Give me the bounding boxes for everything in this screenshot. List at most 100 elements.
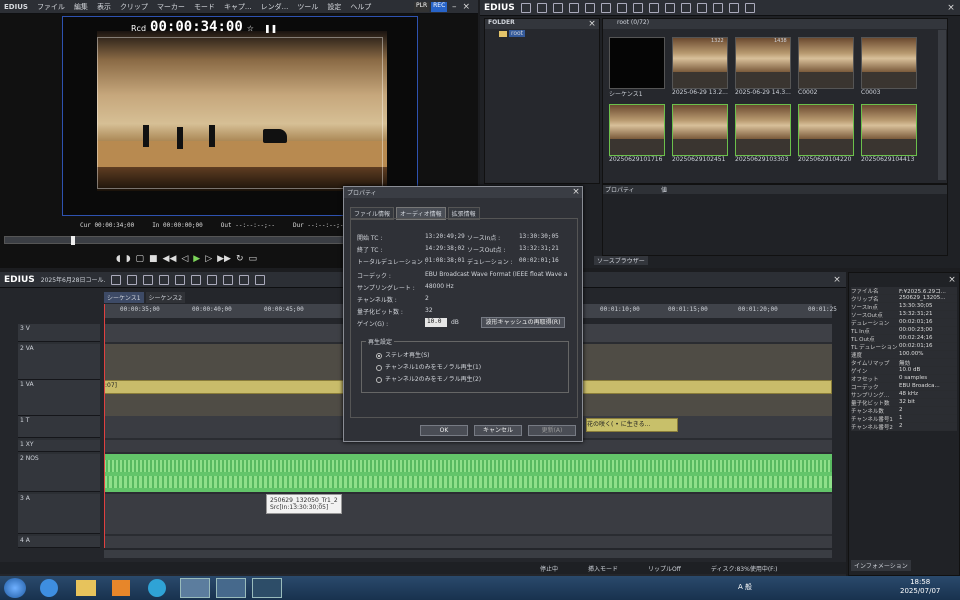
sort-icon[interactable] <box>712 2 723 13</box>
info-close-icon[interactable]: × <box>947 275 957 285</box>
menu-clip[interactable]: クリップ <box>120 2 148 12</box>
track-header[interactable]: 3 V <box>18 324 100 342</box>
clip-item[interactable]: 20250629103303 <box>735 104 797 163</box>
track-header[interactable]: 3 A <box>18 494 100 534</box>
timeline-scrollbar[interactable] <box>104 550 832 558</box>
cancel-button[interactable]: キャンセル <box>474 425 522 436</box>
delete-icon[interactable] <box>238 274 249 285</box>
dialog-close-icon[interactable]: × <box>571 187 581 197</box>
bin-close-icon[interactable]: × <box>946 3 956 13</box>
start-button[interactable] <box>4 578 26 598</box>
explorer-icon[interactable] <box>76 580 96 596</box>
status-ripple[interactable]: リップルOff <box>648 564 681 573</box>
step-forward-icon[interactable]: ▷ <box>205 254 212 264</box>
clip-item[interactable]: 1322 2025-06-29 13.2... <box>672 37 734 98</box>
ok-button[interactable]: OK <box>420 425 468 436</box>
menu-marker[interactable]: マーカー <box>157 2 185 12</box>
menu-tools[interactable]: ツール <box>297 2 318 12</box>
clip-icon[interactable]: ▢ <box>136 254 145 264</box>
app-icon-1[interactable] <box>180 578 210 598</box>
track-header[interactable]: 4 A <box>18 536 100 548</box>
menu-view[interactable]: 表示 <box>97 2 111 12</box>
title-clip[interactable]: 花の咲く( • に生きる... <box>586 418 678 432</box>
playhead[interactable] <box>104 304 105 548</box>
undo-icon[interactable] <box>158 274 169 285</box>
cut-icon[interactable] <box>190 274 201 285</box>
edius-task-icon[interactable] <box>252 578 282 598</box>
status-insert-mode[interactable]: 挿入モード <box>588 564 618 573</box>
track-header[interactable]: 1 T <box>18 416 100 438</box>
edge-icon[interactable] <box>148 579 166 597</box>
loop-icon[interactable]: ↻ <box>236 254 244 264</box>
root-folder[interactable]: root <box>509 30 526 37</box>
sequence-icon[interactable] <box>110 274 121 285</box>
minimize-icon[interactable]: – <box>449 2 459 12</box>
delete-icon[interactable] <box>680 2 691 13</box>
ie-icon[interactable] <box>40 579 58 597</box>
clip-item[interactable]: 20250629102451 <box>672 104 734 163</box>
up-folder-icon[interactable] <box>552 2 563 13</box>
clip-scrollbar[interactable] <box>938 30 946 180</box>
folder-close-icon[interactable]: × <box>587 19 597 29</box>
add-clip-icon[interactable] <box>568 2 579 13</box>
fast-forward-icon[interactable]: ▶▶ <box>217 254 231 264</box>
cut-icon[interactable] <box>600 2 611 13</box>
player-scrubber[interactable] <box>4 236 344 245</box>
title-icon[interactable] <box>584 2 595 13</box>
ripple-icon[interactable] <box>254 274 265 285</box>
ime-indicator[interactable]: A 般 <box>738 582 752 592</box>
menu-mode[interactable]: モード <box>194 2 215 12</box>
menu-edit[interactable]: 編集 <box>74 2 88 12</box>
clip-item[interactable]: 20250629104220 <box>798 104 860 163</box>
radio-button[interactable] <box>376 352 382 359</box>
clip-item[interactable]: C0002 <box>798 37 860 98</box>
paste-icon[interactable] <box>222 274 233 285</box>
recorder-icon[interactable] <box>664 2 675 13</box>
new-sequence-icon[interactable] <box>126 274 137 285</box>
clip-item[interactable]: 20250629101716 <box>609 104 671 163</box>
radio-button[interactable] <box>376 376 382 383</box>
search-icon[interactable] <box>536 2 547 13</box>
folder-icon[interactable] <box>520 2 531 13</box>
stop-icon[interactable]: ■ <box>149 254 158 264</box>
apply-button[interactable]: 更新(A) <box>528 425 576 436</box>
list-view-icon[interactable] <box>744 2 755 13</box>
info-tab[interactable]: インフォメーション <box>851 560 911 571</box>
audio-lane-4a[interactable] <box>104 536 832 548</box>
menu-help[interactable]: ヘルプ <box>350 2 371 12</box>
paste-icon[interactable] <box>632 2 643 13</box>
refresh-waveform-button[interactable]: 波形キャッシュの再取得(R) <box>481 317 565 328</box>
close-icon[interactable]: × <box>461 2 471 12</box>
player-icon[interactable] <box>648 2 659 13</box>
menu-file[interactable]: ファイル <box>37 2 65 12</box>
timeline-close-icon[interactable]: × <box>832 275 842 285</box>
play-icon[interactable]: ▶ <box>193 254 200 264</box>
clip-item[interactable]: C0003 <box>861 37 923 98</box>
track-header[interactable]: 1 XY <box>18 440 100 452</box>
track-header[interactable]: 2 NOS <box>18 454 100 492</box>
save-icon[interactable] <box>142 274 153 285</box>
clip-item[interactable]: 20250629104413 <box>861 104 923 163</box>
menu-settings[interactable]: 設定 <box>327 2 341 12</box>
radio-ch2-mono[interactable]: チャンネル2のみをモノラル再生(2) <box>376 374 481 383</box>
track-header[interactable]: 1 VA <box>18 380 100 416</box>
output-icon[interactable]: ▭ <box>249 254 258 264</box>
clip-item[interactable]: 1438 2025-06-29 14.3... <box>735 37 797 98</box>
gain-input[interactable]: 10.0 <box>425 318 447 327</box>
tab-sequence1[interactable]: シーケンス1 <box>104 292 144 303</box>
rec-button[interactable]: REC <box>431 2 448 12</box>
redo-icon[interactable] <box>174 274 185 285</box>
audio-lane-3a[interactable] <box>104 494 832 534</box>
app-icon-2[interactable] <box>216 578 246 598</box>
audio-clip-nos[interactable] <box>104 454 832 492</box>
set-in-icon[interactable]: ◖ <box>116 254 121 264</box>
copy-icon[interactable] <box>206 274 217 285</box>
radio-stereo[interactable]: ステレオ再生(S) <box>376 350 430 359</box>
step-back-icon[interactable]: ◁ <box>181 254 188 264</box>
scrubber-handle[interactable] <box>71 236 75 245</box>
view-icon[interactable] <box>728 2 739 13</box>
property-icon[interactable] <box>696 2 707 13</box>
radio-ch1-mono[interactable]: チャンネル1のみをモノラル再生(1) <box>376 362 481 371</box>
tab-sequence2[interactable]: シーケンス2 <box>145 292 186 303</box>
set-out-icon[interactable]: ◗ <box>126 254 131 264</box>
